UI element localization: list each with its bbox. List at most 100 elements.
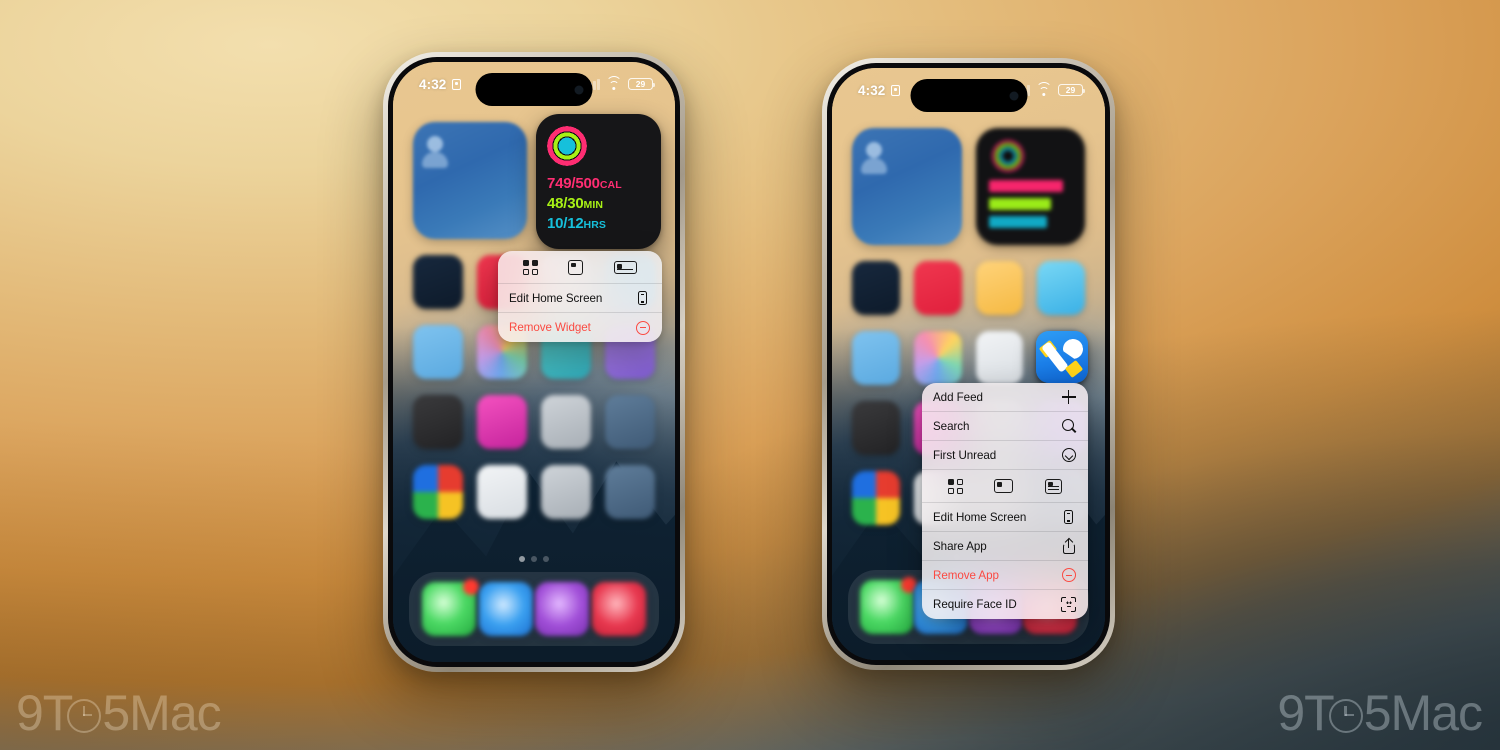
- app-row-4: [413, 465, 655, 519]
- plus-icon: [1060, 389, 1077, 406]
- menu-item-label: Remove App: [933, 568, 999, 582]
- page-indicator[interactable]: [393, 556, 675, 562]
- widget-size-small-icon[interactable]: [947, 478, 963, 494]
- activity-stand-row: [988, 216, 1047, 228]
- activity-move-unit: CAL: [599, 179, 622, 191]
- dock-left: [409, 572, 659, 646]
- battery-icon: 29: [1058, 83, 1085, 97]
- watermark-text-pre: 9T: [16, 685, 73, 741]
- dynamic-island[interactable]: [475, 73, 593, 106]
- widget-size-large-icon[interactable]: [1045, 478, 1063, 494]
- app-icon[interactable]: [975, 331, 1024, 385]
- wifi-icon: [606, 75, 622, 90]
- menu-item-require-face-id[interactable]: Require Face ID: [922, 590, 1088, 619]
- app-icon[interactable]: [852, 261, 900, 315]
- menu-item-label: Search: [933, 419, 970, 433]
- watermark-right: 9T 5Mac: [1277, 684, 1483, 742]
- face-id-icon: [1060, 596, 1077, 613]
- fitness-activity-widget[interactable]: 749/500CAL 48/30MIN 10/12HRS: [536, 114, 661, 249]
- app-icon[interactable]: [477, 395, 527, 449]
- status-bar-right-group: 29: [585, 75, 655, 91]
- widget-size-small-icon[interactable]: [523, 259, 539, 275]
- screenshot-scene: 4:32 29 749/500CAL 48/30MIN 10/12HRS Edi…: [0, 0, 1500, 750]
- remove-circle-icon: [634, 319, 651, 336]
- watermark-left: 9T 5Mac: [16, 684, 222, 742]
- netnewswire-app-icon[interactable]: [1036, 331, 1088, 383]
- widget-size-picker: [922, 470, 1088, 503]
- activity-exercise-value: 48/30: [547, 194, 584, 212]
- menu-item-search[interactable]: Search: [922, 412, 1088, 441]
- battery-icon: 29: [628, 77, 655, 91]
- app-icon[interactable]: [535, 582, 590, 636]
- remove-circle-icon: [1060, 567, 1077, 584]
- activity-stand-value: 10/12: [547, 214, 584, 232]
- watermark-text-post: 5Mac: [102, 685, 221, 741]
- status-bar-left-group: 4:32: [858, 83, 901, 98]
- widget-size-medium-icon[interactable]: [568, 259, 584, 275]
- menu-item-label: Edit Home Screen: [933, 510, 1027, 524]
- battery-level: 29: [1065, 84, 1076, 95]
- activity-move-row: 749/500CAL: [547, 174, 650, 194]
- front-camera-icon: [574, 85, 584, 94]
- app-icon[interactable]: [852, 331, 900, 385]
- menu-item-label: Require Face ID: [933, 598, 1017, 611]
- app-icon[interactable]: [413, 395, 463, 449]
- menu-item-remove-widget[interactable]: Remove Widget: [498, 313, 662, 342]
- widget-context-menu: Edit Home Screen Remove Widget: [498, 251, 662, 342]
- app-icon[interactable]: [541, 465, 591, 519]
- lock-portrait-icon: [452, 78, 462, 90]
- menu-item-edit-home-screen[interactable]: Edit Home Screen: [498, 284, 662, 313]
- app-icon[interactable]: [422, 579, 480, 636]
- app-icon[interactable]: [860, 577, 918, 634]
- dynamic-island[interactable]: [910, 79, 1027, 112]
- app-row-3: [413, 395, 655, 449]
- app-icon[interactable]: [1037, 261, 1085, 315]
- app-icon[interactable]: [591, 582, 646, 636]
- app-icon[interactable]: [852, 471, 900, 525]
- widget-size-medium-icon[interactable]: [994, 479, 1014, 493]
- app-context-menu: Add Feed Search First Unread Edit Home S…: [922, 383, 1088, 619]
- search-icon: [1060, 418, 1077, 435]
- menu-item-label: Share App: [933, 539, 987, 553]
- status-time: 4:32: [419, 76, 447, 92]
- weather-widget-blurred[interactable]: [413, 122, 527, 239]
- status-bar-left-group: 4:32: [419, 76, 462, 92]
- app-icon[interactable]: [477, 465, 527, 519]
- app-icon[interactable]: [913, 331, 962, 385]
- app-icon[interactable]: [413, 255, 463, 309]
- watermark-text-post: 5Mac: [1363, 685, 1483, 741]
- activity-move-value: 749/500: [547, 175, 600, 192]
- app-icon[interactable]: [413, 465, 463, 519]
- menu-item-add-feed[interactable]: Add Feed: [922, 383, 1088, 412]
- share-icon: [1060, 537, 1077, 555]
- app-icon[interactable]: [605, 465, 655, 519]
- menu-item-share-app[interactable]: Share App: [922, 532, 1088, 561]
- app-icon[interactable]: [975, 261, 1024, 315]
- widget-size-wide-icon[interactable]: [613, 260, 637, 274]
- menu-item-edit-home-screen[interactable]: Edit Home Screen: [922, 503, 1088, 532]
- app-icon[interactable]: [413, 325, 463, 379]
- app-icon[interactable]: [478, 582, 533, 636]
- fitness-activity-widget-blurred[interactable]: [975, 128, 1085, 245]
- activity-move-row: [988, 180, 1063, 192]
- menu-item-label: Remove Widget: [509, 321, 591, 334]
- app-icon[interactable]: [541, 395, 591, 449]
- activity-exercise-row: [988, 198, 1051, 210]
- menu-item-first-unread[interactable]: First Unread: [922, 441, 1088, 470]
- activity-stand-row: 10/12HRS: [547, 214, 650, 234]
- chevron-down-circle-icon: [1060, 447, 1077, 464]
- activity-exercise-unit: MIN: [583, 198, 604, 211]
- icon-shape: [1064, 359, 1084, 379]
- app-icon[interactable]: [605, 395, 655, 449]
- notification-badge: [463, 579, 480, 595]
- app-icon[interactable]: [852, 401, 900, 455]
- wifi-icon: [1036, 81, 1052, 96]
- menu-item-label: Add Feed: [933, 390, 983, 404]
- app-icon[interactable]: [913, 261, 962, 315]
- clock-icon: [1328, 699, 1363, 733]
- weather-widget-blurred[interactable]: [852, 128, 962, 245]
- watermark-text-pre: 9T: [1277, 685, 1334, 741]
- menu-item-remove-app[interactable]: Remove App: [922, 561, 1088, 590]
- widget-size-picker: [498, 251, 662, 284]
- battery-level: 29: [635, 78, 646, 89]
